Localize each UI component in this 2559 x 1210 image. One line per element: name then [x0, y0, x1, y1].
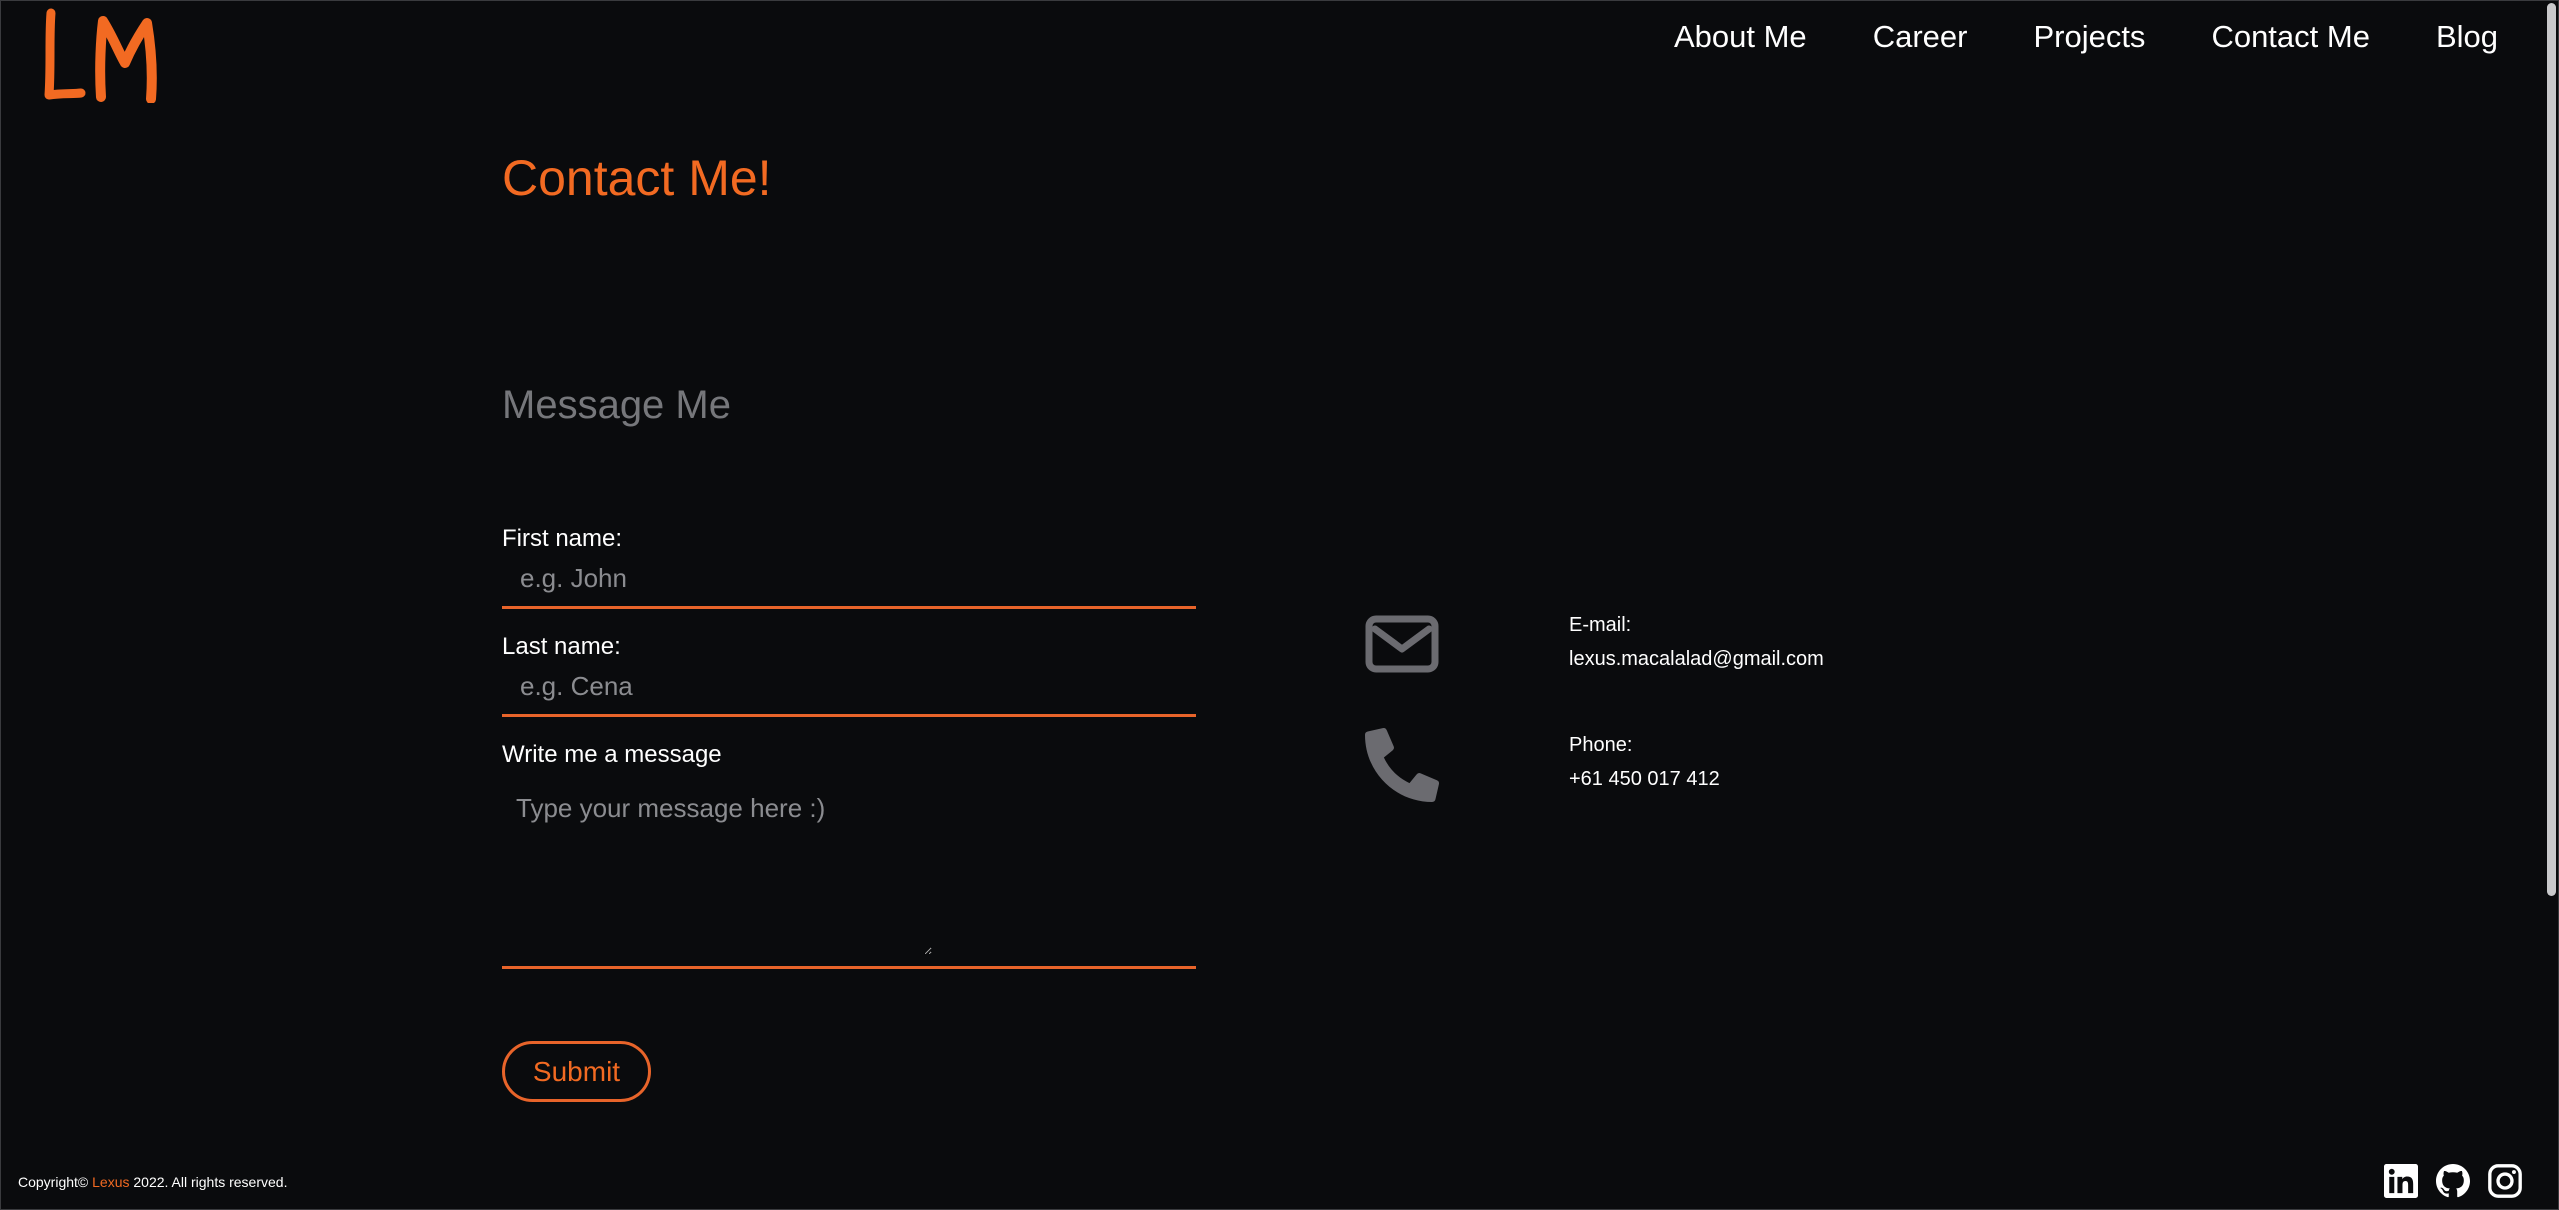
phone-icon	[1365, 728, 1439, 802]
submit-button[interactable]: Submit	[502, 1041, 651, 1102]
phone-label: Phone:	[1569, 734, 1633, 756]
message-group: Write me a message	[502, 737, 1196, 969]
first-name-input[interactable]	[502, 557, 1196, 609]
linkedin-icon[interactable]	[2384, 1164, 2418, 1198]
logo[interactable]	[41, 7, 171, 103]
first-name-label: First name:	[502, 525, 623, 552]
message-wrapper	[502, 773, 1196, 969]
copyright: Copyright© Lexus 2022. All rights reserv…	[18, 1171, 287, 1193]
last-name-input[interactable]	[502, 665, 1196, 717]
main-nav: About Me Career Projects Contact Me Blog	[1674, 15, 2498, 59]
contact-form: First name: Last name: Write me a messag…	[502, 521, 1196, 989]
nav-about-me[interactable]: About Me	[1674, 15, 1807, 59]
first-name-group: First name:	[502, 521, 1196, 609]
copyright-prefix: Copyright©	[18, 1174, 93, 1190]
form-title: Message Me	[502, 383, 731, 427]
nav-projects[interactable]: Projects	[2033, 15, 2145, 59]
instagram-icon[interactable]	[2488, 1164, 2522, 1198]
page-title: Contact Me!	[502, 150, 772, 206]
envelope-icon	[1365, 615, 1439, 673]
page: About Me Career Projects Contact Me Blog…	[0, 0, 2559, 1210]
scrollbar[interactable]	[2545, 1, 2558, 1209]
message-label: Write me a message	[502, 741, 722, 768]
nav-blog[interactable]: Blog	[2436, 15, 2498, 59]
scrollbar-thumb[interactable]	[2547, 3, 2556, 896]
social-links	[2384, 1164, 2522, 1198]
message-textarea[interactable]	[502, 781, 932, 955]
email-label: E-mail:	[1569, 614, 1632, 636]
phone-value[interactable]: +61 450 017 412	[1569, 762, 1720, 796]
github-icon[interactable]	[2436, 1164, 2470, 1198]
copyright-suffix: 2022. All rights reserved.	[129, 1174, 288, 1190]
copyright-brand[interactable]: Lexus	[92, 1174, 129, 1190]
nav-career[interactable]: Career	[1873, 15, 1968, 59]
last-name-group: Last name:	[502, 629, 1196, 717]
nav-contact-me[interactable]: Contact Me	[2211, 15, 2370, 59]
last-name-label: Last name:	[502, 633, 621, 660]
email-value[interactable]: lexus.macalalad@gmail.com	[1569, 642, 1824, 676]
